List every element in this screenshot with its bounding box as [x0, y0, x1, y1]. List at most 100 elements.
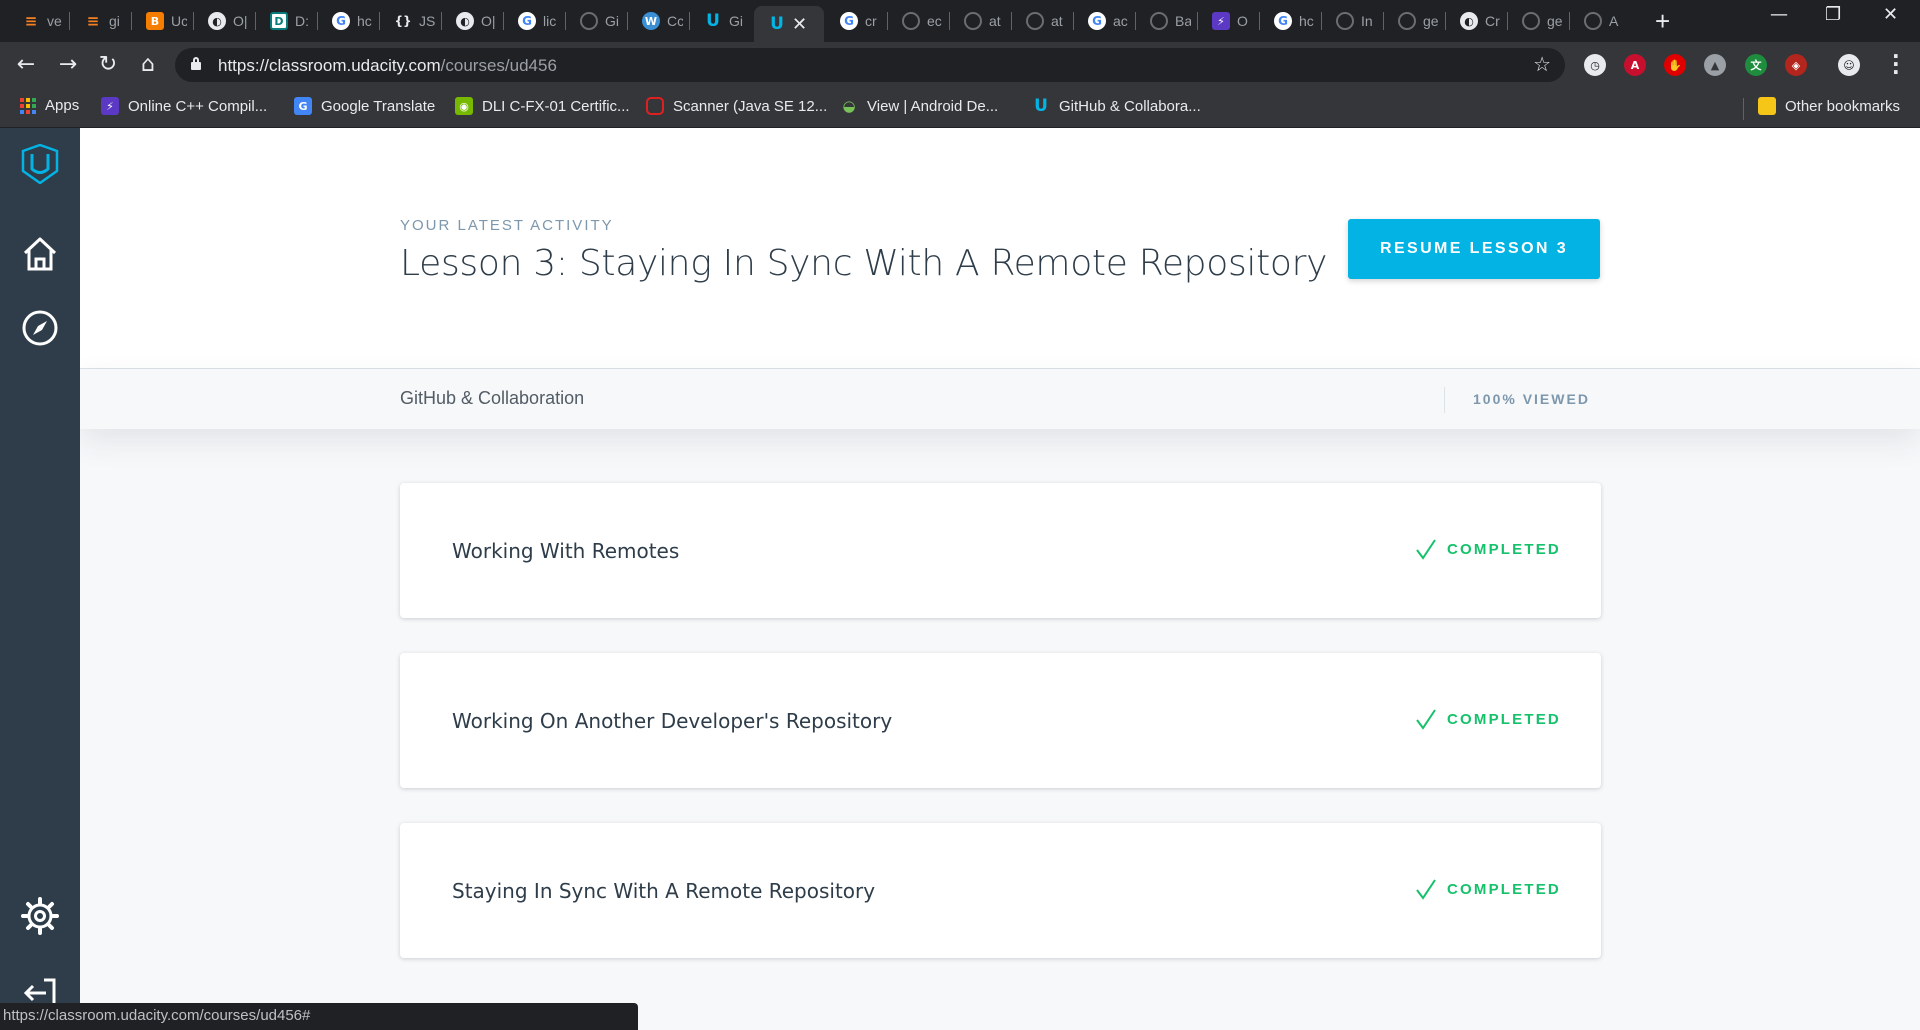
bookmark-github-collab[interactable]: U GitHub & Collabora...	[1032, 96, 1201, 116]
browser-tab[interactable]: Glic	[504, 6, 566, 36]
home-button[interactable]: ⌂	[134, 51, 162, 79]
udacity-icon: U	[706, 11, 720, 31]
resume-lesson-button[interactable]: RESUME LESSON 3	[1348, 219, 1600, 279]
browser-tab[interactable]: ◐ O|	[194, 6, 256, 36]
browser-tab[interactable]: In	[1322, 6, 1384, 36]
browser-tab[interactable]: ≡ gi	[70, 6, 132, 36]
browser-tab[interactable]: {} JS	[380, 6, 442, 36]
forward-button[interactable]: →	[54, 51, 82, 79]
browser-tab[interactable]: Ba	[1136, 6, 1198, 36]
browser-tab[interactable]: Ghc	[1260, 6, 1322, 36]
udacity-logo-icon[interactable]	[20, 144, 60, 184]
adblock-extension-icon[interactable]: ✋	[1664, 54, 1686, 76]
github-icon	[1584, 12, 1602, 30]
address-bar[interactable]: https://classroom.udacity.com/courses/ud…	[175, 48, 1565, 82]
browser-tab[interactable]: Ghc	[318, 6, 380, 36]
devdocs-icon: D	[270, 12, 288, 30]
concept-title: Working On Another Developer's Repositor…	[452, 709, 893, 733]
browser-tab[interactable]: Gcr	[826, 6, 888, 36]
github-icon	[1398, 12, 1416, 30]
completed-status: COMPLETED	[1415, 537, 1561, 561]
acrobat-extension-icon[interactable]: A	[1624, 54, 1646, 76]
speed-dial-extension-icon[interactable]: ◷	[1584, 54, 1606, 76]
google-icon: G	[332, 12, 350, 30]
back-button[interactable]: ←	[12, 51, 40, 79]
browser-toolbar: ← → ↻ ⌂ https://classroom.udacity.com/co…	[0, 42, 1920, 88]
github-icon	[964, 12, 982, 30]
concept-card[interactable]: Working On Another Developer's Repositor…	[400, 653, 1601, 788]
bookmark-nvidia-dli[interactable]: ◉ DLI C-FX-01 Certific...	[455, 97, 630, 115]
android-icon: ◒	[842, 97, 856, 115]
google-icon: G	[518, 12, 536, 30]
progress-label: 100% VIEWED	[1473, 391, 1590, 407]
bookmark-android-dev[interactable]: ◒ View | Android De...	[840, 97, 998, 115]
concept-card[interactable]: Staying In Sync With A Remote Repository…	[400, 823, 1601, 958]
lesson-title: Lesson 3: Staying In Sync With A Remote …	[400, 243, 1328, 284]
browser-tab[interactable]: D D:	[256, 6, 318, 36]
reload-button[interactable]: ↻	[94, 51, 122, 79]
checkmark-icon	[1416, 879, 1436, 900]
concept-title: Working With Remotes	[452, 539, 680, 563]
apps-grid-icon	[20, 97, 36, 114]
browser-tab[interactable]: ◐ O|	[442, 6, 504, 36]
browser-tab[interactable]: ec	[888, 6, 950, 36]
browser-tab[interactable]: at	[1012, 6, 1074, 36]
translate-extension-icon[interactable]: 文	[1745, 54, 1767, 76]
concept-title: Staying In Sync With A Remote Repository	[452, 879, 876, 903]
bookmark-apps[interactable]: Apps	[20, 97, 79, 114]
compass-icon[interactable]	[20, 308, 60, 348]
bookmark-google-translate[interactable]: G Google Translate	[294, 97, 435, 115]
other-bookmarks[interactable]: Other bookmarks	[1758, 97, 1900, 115]
oracle-icon	[646, 97, 664, 115]
folder-icon	[1758, 97, 1776, 115]
profile-avatar[interactable]: ☺	[1838, 54, 1860, 76]
checkmark-icon	[1416, 709, 1436, 730]
github-icon	[902, 12, 920, 30]
url-text[interactable]: https://classroom.udacity.com/courses/ud…	[218, 56, 557, 76]
bookmarks-divider	[1743, 98, 1744, 120]
restore-button[interactable]: ❐	[1825, 4, 1841, 25]
browser-tab[interactable]: Gac	[1074, 6, 1136, 36]
browser-tab[interactable]: Gi	[566, 6, 628, 36]
bookmark-java-scanner[interactable]: Scanner (Java SE 12...	[646, 97, 827, 115]
drive-extension-icon[interactable]: ▲	[1704, 54, 1726, 76]
wordpress-icon: W	[642, 12, 660, 30]
browser-tab-active[interactable]: U ✕	[754, 6, 824, 42]
bookmark-online-cpp[interactable]: ⚡ Online C++ Compil...	[101, 97, 267, 115]
chrome-menu-icon[interactable]: · · ·	[1892, 46, 1900, 82]
browser-tab[interactable]: W Cc	[628, 6, 690, 36]
course-page: YOUR LATEST ACTIVITY Lesson 3: Staying I…	[80, 128, 1920, 1030]
checkmark-icon	[1416, 539, 1436, 560]
home-icon[interactable]	[20, 234, 60, 274]
browser-tab[interactable]: at	[950, 6, 1012, 36]
gear-icon[interactable]	[20, 896, 60, 936]
onlinegdb-icon: ⚡	[101, 97, 119, 115]
concept-card[interactable]: Working With Remotes COMPLETED	[400, 483, 1601, 618]
browser-tab[interactable]: ≡ ve	[8, 6, 70, 36]
browser-tab[interactable]: ⚡ O	[1198, 6, 1260, 36]
completed-status: COMPLETED	[1415, 877, 1561, 901]
browser-tab[interactable]: ◐ Cr	[1446, 6, 1508, 36]
browser-tab[interactable]: A	[1570, 6, 1632, 36]
browser-tab[interactable]: B Uc	[132, 6, 194, 36]
close-window-button[interactable]: ✕	[1883, 4, 1898, 25]
google-icon: G	[1088, 12, 1106, 30]
minimize-button[interactable]: —	[1770, 4, 1788, 25]
new-tab-button[interactable]: +	[1655, 6, 1670, 36]
browser-tab[interactable]: ge	[1508, 6, 1570, 36]
google-translate-icon: G	[294, 97, 312, 115]
link-status-bubble: https://classroom.udacity.com/courses/ud…	[0, 1003, 638, 1030]
globe-icon: ◐	[208, 12, 226, 30]
blogger-icon: B	[146, 12, 164, 30]
shield-extension-icon[interactable]: ◈	[1785, 54, 1807, 76]
browser-tab[interactable]: U Gi	[690, 6, 752, 36]
udacity-icon: U	[770, 14, 784, 34]
browser-tab[interactable]: ge	[1384, 6, 1446, 36]
course-name: GitHub & Collaboration	[400, 388, 585, 408]
bookmark-star-icon[interactable]: ☆	[1533, 52, 1551, 77]
close-tab-icon[interactable]: ✕	[792, 14, 807, 35]
google-icon: G	[1274, 12, 1292, 30]
udacity-icon: U	[1034, 96, 1048, 116]
stackoverflow-icon: ≡	[24, 12, 38, 30]
divider	[1444, 387, 1445, 413]
